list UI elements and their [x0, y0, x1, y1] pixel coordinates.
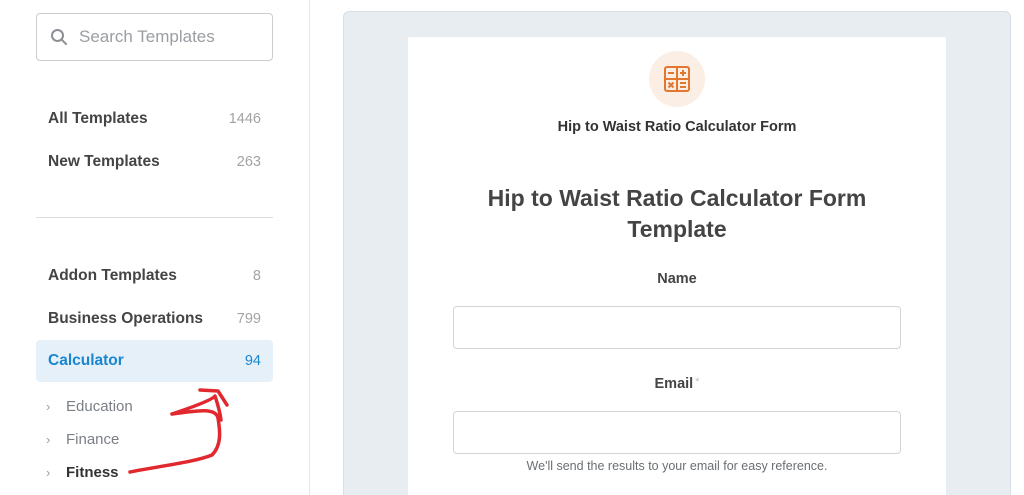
name-field-label: Name — [453, 271, 901, 287]
sidebar-divider — [36, 217, 273, 218]
name-field[interactable] — [453, 306, 901, 349]
calculator-icon — [664, 66, 690, 92]
subcategory-label: Finance — [66, 430, 120, 448]
field-label-text: Email — [654, 376, 694, 392]
category-count: 1446 — [228, 111, 261, 127]
search-input[interactable] — [79, 27, 249, 47]
search-box[interactable] — [36, 13, 273, 61]
form-title: Hip to Waist Ratio Calculator Form Templ… — [487, 185, 867, 242]
template-sidebar: All Templates 1446 New Templates 263 Add… — [0, 0, 310, 495]
category-count: 263 — [236, 154, 261, 170]
email-help-text: We'll send the results to your email for… — [526, 459, 828, 473]
subcategory-label: Education — [66, 397, 133, 415]
subcategory-education[interactable]: › Education — [46, 393, 133, 419]
category-count: 8 — [252, 268, 261, 284]
category-label: All Templates — [48, 110, 148, 127]
category-count: 94 — [244, 353, 261, 369]
category-label: Business Operations — [48, 310, 204, 327]
category-label: New Templates — [48, 153, 160, 170]
category-calculator[interactable]: Calculator 94 — [36, 340, 273, 382]
category-label: Addon Templates — [48, 267, 177, 284]
category-label: Calculator — [48, 352, 124, 369]
category-business-operations[interactable]: Business Operations 799 — [36, 298, 273, 340]
chevron-right-icon: › — [46, 464, 51, 480]
email-field[interactable] — [453, 411, 901, 454]
required-mark: * — [695, 376, 700, 388]
subcategory-fitness[interactable]: › Fitness — [46, 459, 119, 485]
category-count: 799 — [236, 311, 261, 327]
form-name: Hip to Waist Ratio Calculator Form — [557, 119, 797, 135]
search-icon — [50, 28, 68, 46]
category-new-templates[interactable]: New Templates 263 — [36, 141, 273, 183]
field-label-text: Name — [657, 271, 697, 287]
form-logo — [649, 51, 705, 107]
email-field-label: Email * — [453, 376, 901, 392]
chevron-right-icon: › — [46, 398, 51, 414]
subcategory-finance[interactable]: › Finance — [46, 426, 119, 452]
template-picker: All Templates 1446 New Templates 263 Add… — [0, 0, 1024, 495]
chevron-right-icon: › — [46, 431, 51, 447]
category-all-templates[interactable]: All Templates 1446 — [36, 98, 273, 140]
subcategory-label: Fitness — [66, 463, 119, 481]
category-addon-templates[interactable]: Addon Templates 8 — [36, 255, 273, 297]
